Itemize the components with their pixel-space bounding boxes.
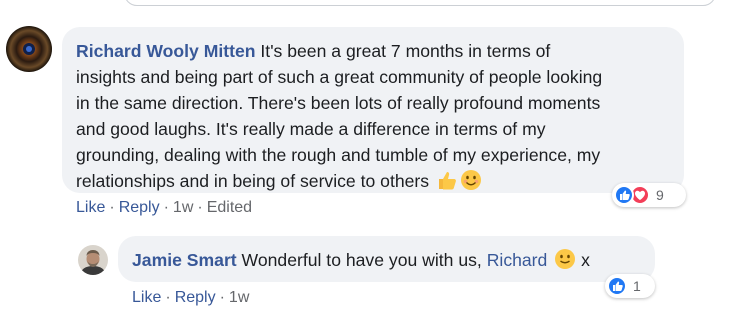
reaction-count: 1 <box>633 278 641 294</box>
comment-author[interactable]: Jamie Smart <box>132 250 237 270</box>
timestamp[interactable]: 1w <box>173 199 193 216</box>
reactions-summary[interactable]: 1 <box>605 274 655 298</box>
comment-text: Richard Wooly Mitten It's been a great 7… <box>76 38 670 194</box>
avatar-richard[interactable] <box>6 26 52 72</box>
reply-bubble: Jamie Smart Wonderful to have you with u… <box>118 236 655 282</box>
comment-actions: Like · Reply · 1w · Edited <box>76 199 253 216</box>
like-reaction-icon <box>614 185 634 205</box>
slight-smile-emoji <box>554 248 576 270</box>
timestamp[interactable]: 1w <box>229 289 249 306</box>
mention-link[interactable]: Richard <box>487 250 548 270</box>
like-link[interactable]: Like <box>76 199 105 216</box>
comment-author[interactable]: Richard Wooly Mitten <box>76 41 256 61</box>
like-link[interactable]: Like <box>132 289 161 306</box>
comment-body: Wonderful to have you with us, <box>241 250 482 270</box>
reply-link[interactable]: Reply <box>119 199 160 216</box>
avatar-jamie[interactable] <box>78 245 108 275</box>
edited-label[interactable]: Edited <box>207 199 252 216</box>
comment-text: Jamie Smart Wonderful to have you with u… <box>132 247 641 273</box>
comment-line: It's been a great 7 months in terms of <box>260 41 551 61</box>
comment-actions: Like · Reply · 1w <box>132 289 250 306</box>
reactions-summary[interactable]: 9 <box>612 183 686 207</box>
avatar-image <box>6 26 52 72</box>
comment-suffix: x <box>581 250 590 270</box>
comment-line: insights and being part of such a great … <box>76 67 603 87</box>
comment-line: grounding, dealing with the rough and tu… <box>76 145 601 165</box>
reaction-count: 9 <box>656 187 664 203</box>
comment-line: and good laughs. It's really made a diff… <box>76 119 546 139</box>
reply-input-box[interactable] <box>124 0 716 6</box>
reply-link[interactable]: Reply <box>175 289 216 306</box>
avatar-image <box>78 245 108 275</box>
like-reaction-icon <box>607 276 627 296</box>
comment-line: in the same direction. There's been lots… <box>76 93 601 113</box>
comment-bubble: Richard Wooly Mitten It's been a great 7… <box>62 27 684 193</box>
comment-line: relationships and in being of service to… <box>76 171 430 191</box>
thumbs-up-emoji <box>436 169 458 191</box>
smiling-emoji <box>460 169 482 191</box>
